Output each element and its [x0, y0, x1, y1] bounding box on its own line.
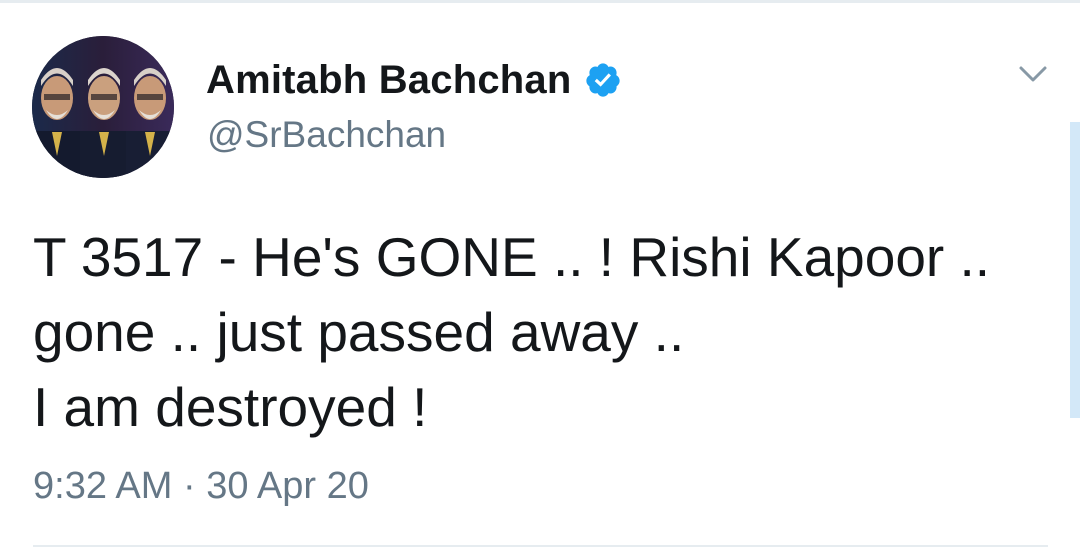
- author-display-name[interactable]: Amitabh Bachchan: [206, 58, 572, 103]
- author-name-row[interactable]: Amitabh Bachchan: [206, 55, 622, 105]
- tweet-text-line: I am destroyed !: [33, 376, 428, 438]
- tweet-timestamp[interactable]: 9:32 AM · 30 Apr 20: [33, 465, 369, 508]
- tweet-time: 9:32 AM: [33, 465, 173, 507]
- tweet-text-line: gone .. just passed away ..: [33, 301, 685, 363]
- verified-badge-icon: [584, 61, 622, 99]
- bottom-divider: [33, 545, 1048, 547]
- tweet-text: T 3517 - He's GONE .. ! Rishi Kapoor .. …: [33, 220, 1063, 445]
- tweet-date: 30 Apr 20: [206, 465, 369, 507]
- top-divider: [0, 0, 1080, 3]
- scrollbar[interactable]: [1070, 122, 1080, 418]
- author-handle[interactable]: @SrBachchan: [207, 114, 446, 156]
- meta-separator: ·: [182, 465, 196, 507]
- tweet-text-line: T 3517 - He's GONE .. ! Rishi Kapoor ..: [33, 226, 991, 288]
- chevron-down-icon[interactable]: [1017, 60, 1049, 88]
- avatar[interactable]: [32, 36, 174, 178]
